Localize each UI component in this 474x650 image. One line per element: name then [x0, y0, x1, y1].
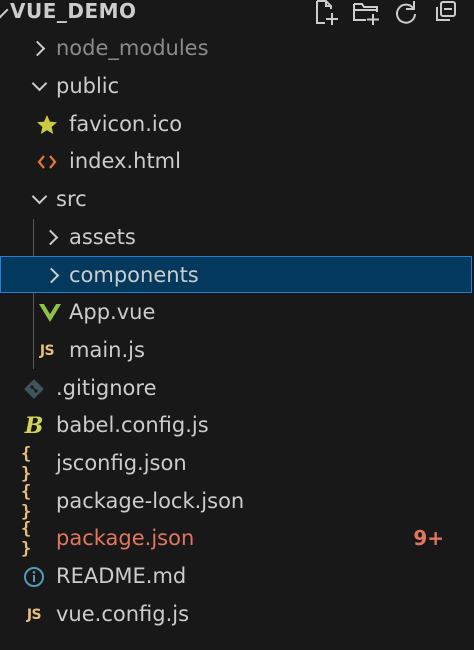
json-icon: { } [21, 443, 33, 484]
tree-item-public[interactable]: public [0, 68, 474, 105]
star-icon [34, 106, 60, 143]
tree-item-node-modules[interactable]: node_modules [0, 30, 474, 67]
problems-badge: 9+ [413, 526, 444, 550]
new-file-button[interactable] [312, 0, 340, 26]
chevron-right-icon [40, 257, 66, 294]
chevron-down-icon [26, 181, 52, 218]
new-folder-button[interactable] [352, 0, 380, 26]
tree-item-components[interactable]: components [0, 256, 472, 293]
tree-item-vue-config[interactable]: JS vue.config.js [0, 596, 474, 633]
new-file-icon [316, 0, 338, 25]
tree-item-assets[interactable]: assets [0, 219, 474, 256]
tree-item-jsconfig[interactable]: { } jsconfig.json [0, 443, 474, 484]
tree-item-label: jsconfig.json [56, 451, 187, 475]
new-folder-icon [353, 3, 379, 25]
tree-item-label: package.json [56, 526, 195, 550]
git-icon [21, 370, 47, 407]
file-explorer: VUE_DEMO node_modules public favicon.ico… [0, 0, 474, 650]
tree-item-label: public [56, 74, 120, 98]
tree-item-label: babel.config.js [56, 413, 209, 437]
chevron-right-icon [39, 219, 65, 256]
tree-item-index-html[interactable]: index.html [0, 143, 474, 180]
vue-icon [37, 294, 63, 331]
tree-item-readme[interactable]: README.md [0, 558, 474, 595]
chevron-down-icon[interactable] [0, 1, 9, 19]
tree-item-label: main.js [69, 338, 145, 362]
json-icon: { } [21, 481, 33, 522]
refresh-button[interactable] [392, 0, 420, 26]
tree-item-package-json[interactable]: { } package.json 9+ [0, 518, 474, 559]
tree-item-src[interactable]: src [0, 181, 474, 218]
tree-item-label: assets [69, 225, 136, 249]
info-icon [21, 558, 47, 595]
json-icon: { } [21, 518, 33, 559]
chevron-down-icon [26, 68, 52, 105]
js-icon: JS [26, 606, 42, 623]
collapse-all-button[interactable] [432, 0, 460, 26]
explorer-header[interactable]: VUE_DEMO [0, 0, 474, 28]
tree-item-main-js[interactable]: JS main.js [0, 332, 474, 369]
collapse-all-icon [436, 1, 456, 21]
refresh-icon [396, 1, 416, 24]
html-icon [34, 143, 60, 180]
tree-item-label: components [69, 263, 199, 287]
tree-item-label: index.html [69, 149, 181, 173]
tree-item-label: README.md [56, 564, 187, 588]
tree-item-label: App.vue [69, 300, 156, 324]
chevron-right-icon [26, 30, 52, 67]
tree-item-favicon[interactable]: favicon.ico [0, 106, 474, 143]
tree-item-label: vue.config.js [56, 602, 190, 626]
tree-item-gitignore[interactable]: .gitignore [0, 370, 474, 407]
tree-item-label: package-lock.json [56, 489, 245, 513]
babel-icon: B [24, 412, 44, 439]
tree-item-label: favicon.ico [69, 112, 183, 136]
js-icon: JS [39, 342, 55, 359]
tree-item-babel-config[interactable]: B babel.config.js [0, 407, 474, 444]
tree-item-app-vue[interactable]: App.vue [0, 294, 474, 331]
tree-item-label: node_modules [56, 36, 209, 60]
workspace-title[interactable]: VUE_DEMO [10, 0, 137, 24]
tree-item-label: .gitignore [56, 376, 157, 400]
tree-item-package-lock[interactable]: { } package-lock.json [0, 481, 474, 522]
tree-item-label: src [56, 187, 87, 211]
